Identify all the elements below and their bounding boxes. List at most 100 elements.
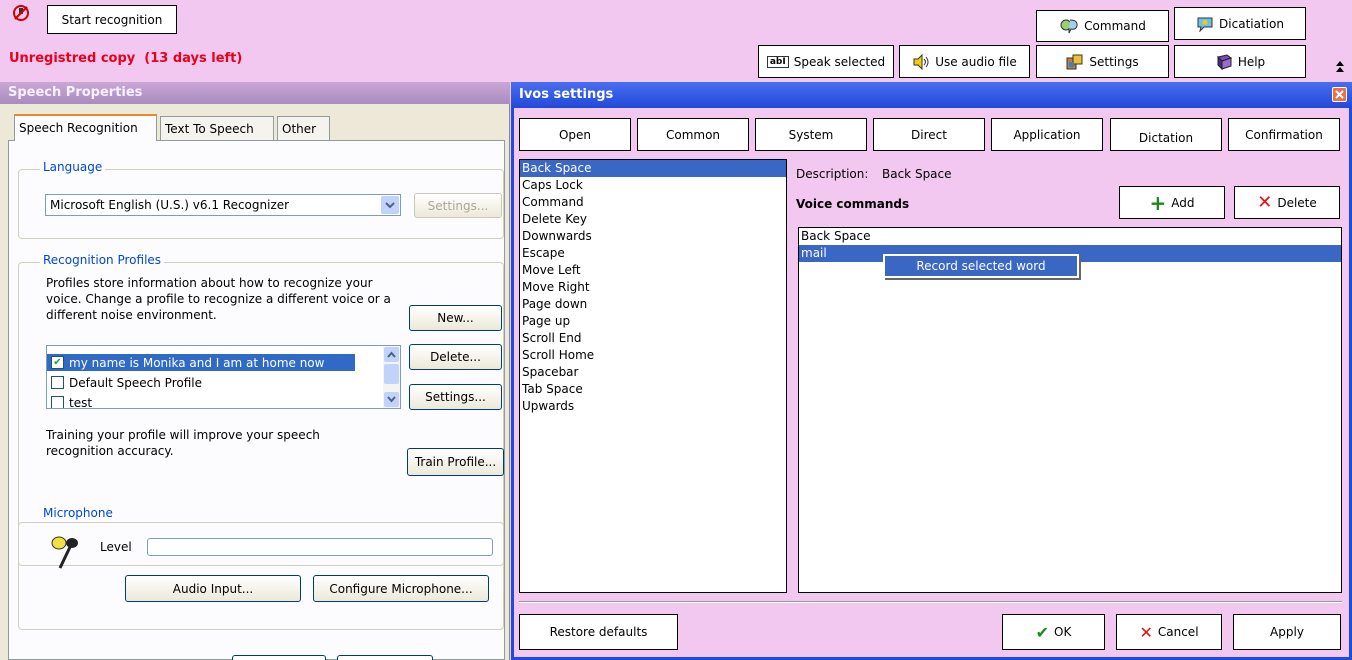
description-value: Back Space	[882, 167, 952, 181]
profile-label: my name is Monika and I am at home now	[69, 355, 325, 370]
tab-text-to-speech[interactable]: Text To Speech	[160, 116, 274, 140]
ivos-settings-window: Ivos settings Open Common System Direct …	[511, 82, 1352, 660]
category-dictation[interactable]: Dictation	[1110, 118, 1222, 151]
restore-defaults-button[interactable]: Restore defaults	[519, 614, 678, 650]
list-item[interactable]: Delete Key	[520, 211, 786, 228]
help-button[interactable]: Help	[1174, 45, 1306, 78]
list-item[interactable]: Page up	[520, 313, 786, 330]
list-item[interactable]: Back Space	[799, 228, 1341, 245]
category-application[interactable]: Application	[991, 118, 1103, 151]
profile-label: test	[69, 395, 93, 409]
chat-bubble-icon	[1196, 16, 1214, 32]
language-settings-button[interactable]: Settings...	[414, 193, 502, 218]
settings-button[interactable]: Settings	[1036, 45, 1169, 78]
close-icon[interactable]	[1332, 87, 1347, 102]
list-item[interactable]: Escape	[520, 245, 786, 262]
plus-icon: +	[1149, 190, 1167, 215]
profile-label: Default Speech Profile	[69, 375, 202, 390]
category-confirmation[interactable]: Confirmation	[1228, 118, 1340, 151]
ok-button[interactable]: ✔ OK	[1002, 614, 1105, 650]
text-field-icon: abI	[766, 55, 789, 68]
list-item[interactable]: Back Space	[520, 160, 786, 177]
ivos-settings-title: Ivos settings	[511, 82, 1352, 108]
description-label: Description:	[796, 167, 869, 181]
voice-commands-list[interactable]: Back Space mail	[798, 227, 1342, 593]
tab-speech-recognition[interactable]: Speech Recognition	[14, 114, 157, 141]
command-list[interactable]: Back Space Caps Lock Command Delete Key …	[519, 159, 787, 593]
scroll-up-icon[interactable]	[384, 347, 399, 362]
profile-item[interactable]: Default Speech Profile	[47, 374, 202, 391]
checkbox-icon[interactable]	[51, 376, 64, 389]
command-button[interactable]: Command	[1036, 10, 1169, 42]
list-item[interactable]: Downwards	[520, 228, 786, 245]
bottom-button-stub	[337, 655, 433, 660]
list-item[interactable]: Tab Space	[520, 381, 786, 398]
delete-button[interactable]: ✕ Delete	[1234, 186, 1340, 219]
category-common[interactable]: Common	[637, 118, 749, 151]
list-item[interactable]: Page down	[520, 296, 786, 313]
cancel-button[interactable]: ✕ Cancel	[1116, 614, 1222, 650]
speaker-icon	[912, 53, 930, 70]
profiles-list[interactable]: ✔ my name is Monika and I am at home now…	[46, 345, 401, 409]
delete-label: Delete	[1277, 195, 1317, 210]
list-item[interactable]: Caps Lock	[520, 177, 786, 194]
scroll-thumb[interactable]	[384, 364, 399, 384]
profile-item[interactable]: test	[47, 394, 93, 409]
audio-input-button[interactable]: Audio Input...	[125, 575, 301, 602]
ok-label: OK	[1054, 625, 1072, 639]
configure-microphone-button[interactable]: Configure Microphone...	[313, 575, 489, 602]
speech-bubble-icon	[1059, 17, 1079, 35]
add-button[interactable]: + Add	[1119, 186, 1225, 219]
use-audio-file-label: Use audio file	[935, 54, 1017, 69]
record-selected-word-menu-item[interactable]: Record selected word	[916, 259, 1045, 273]
profiles-description: Profiles store information about how to …	[46, 276, 391, 322]
help-label: Help	[1237, 54, 1266, 69]
microphone-level-label: Level	[100, 540, 132, 554]
tab-other[interactable]: Other	[277, 116, 330, 140]
delete-profile-button[interactable]: Delete...	[409, 344, 502, 370]
scroll-down-icon[interactable]	[384, 392, 399, 407]
list-item[interactable]: Scroll End	[520, 330, 786, 347]
dictation-button[interactable]: Dicatiation	[1174, 7, 1306, 40]
start-recognition-button[interactable]: Start recognition	[47, 5, 177, 34]
list-item[interactable]: Move Left	[520, 262, 786, 279]
use-audio-file-button[interactable]: Use audio file	[899, 45, 1030, 78]
x-delete-icon: ✕	[1257, 192, 1273, 213]
speech-properties-title: Speech Properties	[0, 82, 510, 104]
list-item[interactable]: Scroll Home	[520, 347, 786, 364]
speech-properties-panel: Speech Properties Speech Recognition Tex…	[0, 82, 510, 660]
category-direct[interactable]: Direct	[873, 118, 985, 151]
list-item[interactable]: Command	[520, 194, 786, 211]
chevron-down-icon[interactable]	[381, 196, 399, 214]
microphone-group-label: Microphone	[40, 506, 116, 520]
microphone-icon	[50, 534, 84, 570]
category-system[interactable]: System	[755, 118, 867, 151]
ivos-title-text: Ivos settings	[519, 87, 614, 102]
list-item[interactable]: Upwards	[520, 398, 786, 415]
apply-button[interactable]: Apply	[1233, 614, 1341, 650]
add-label: Add	[1171, 195, 1195, 210]
bottom-button-stub	[232, 655, 326, 660]
category-open[interactable]: Open	[519, 118, 631, 151]
cancel-label: Cancel	[1157, 625, 1199, 639]
collapse-arrow-icon[interactable]	[1334, 58, 1346, 74]
microphone-level-meter	[147, 538, 493, 556]
profile-settings-button[interactable]: Settings...	[409, 384, 502, 410]
unregistered-notice: Unregistred copy (13 days left)	[9, 51, 243, 66]
profiles-scrollbar[interactable]	[383, 346, 400, 408]
language-group-label: Language	[40, 160, 106, 174]
checkbox-icon[interactable]	[51, 396, 64, 408]
speak-selected-button[interactable]: abI Speak selected	[758, 45, 894, 78]
train-profile-button[interactable]: Train Profile...	[407, 448, 504, 476]
check-icon: ✔	[1035, 622, 1050, 642]
recognizer-value: Microsoft English (U.S.) v6.1 Recognizer	[50, 198, 290, 212]
voice-commands-heading: Voice commands	[796, 197, 910, 211]
command-label: Command	[1084, 19, 1146, 33]
new-profile-button[interactable]: New...	[409, 305, 502, 331]
recognizer-dropdown[interactable]: Microsoft English (U.S.) v6.1 Recognizer	[45, 194, 401, 216]
list-item[interactable]: Move Right	[520, 279, 786, 296]
help-book-icon	[1215, 53, 1233, 70]
profile-item[interactable]: ✔ my name is Monika and I am at home now	[47, 354, 355, 371]
list-item[interactable]: Spacebar	[520, 364, 786, 381]
checkbox-checked-icon[interactable]: ✔	[51, 356, 64, 369]
